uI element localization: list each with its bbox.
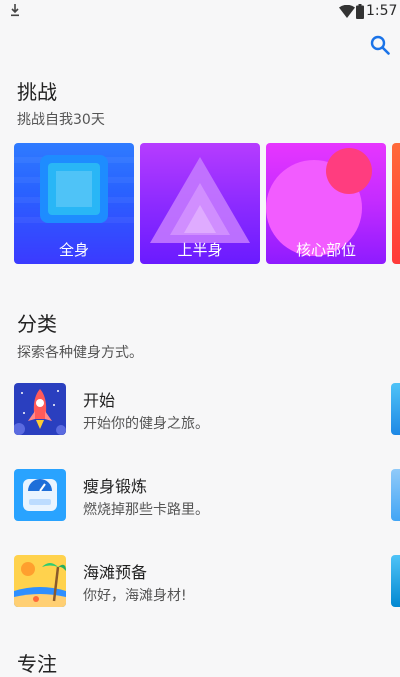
download-icon xyxy=(11,4,19,17)
challenge-card-core[interactable]: 核心部位 xyxy=(266,143,386,264)
categories-subtitle: 探索各种健身方式。 xyxy=(17,345,143,361)
challenge-subtitle: 挑战自我30天 xyxy=(17,112,105,128)
row-peek-card[interactable] xyxy=(391,469,400,521)
list-item-description: 开始你的健身之旅。 xyxy=(83,416,209,432)
challenge-carousel[interactable]: 全身 上半身 核心部位 xyxy=(14,143,400,264)
list-item-title: 瘦身锻炼 xyxy=(83,477,148,496)
beach-icon xyxy=(14,555,66,607)
card-label: 核心部位 xyxy=(295,241,356,259)
list-item-description: 你好，海滩身材! xyxy=(83,588,187,604)
rocket-icon xyxy=(14,383,66,435)
list-item-start[interactable]: 开始 开始你的健身之旅。 xyxy=(14,383,386,439)
list-item-description: 燃烧掉那些卡路里。 xyxy=(83,502,209,518)
challenge-card-full-body[interactable]: 全身 xyxy=(14,143,134,264)
list-item-title: 海滩预备 xyxy=(83,563,148,582)
scale-icon xyxy=(14,469,66,521)
card-label: 上半身 xyxy=(177,241,223,259)
list-item-beach[interactable]: 海滩预备 你好，海滩身材! xyxy=(14,555,386,611)
challenge-title: 挑战 xyxy=(17,80,57,104)
list-item-title: 开始 xyxy=(83,391,116,410)
status-bar: 1:57 xyxy=(0,0,400,24)
battery-icon xyxy=(356,4,364,19)
categories-title: 分类 xyxy=(17,312,57,336)
challenge-card-upper-body[interactable]: 上半身 xyxy=(140,143,260,264)
status-time: 1:57 xyxy=(366,3,398,19)
focus-title: 专注 xyxy=(17,652,57,676)
challenge-card-next[interactable] xyxy=(392,143,400,264)
search-icon[interactable] xyxy=(369,34,391,56)
wifi-icon xyxy=(339,5,355,18)
card-label: 全身 xyxy=(58,241,89,259)
row-peek-card[interactable] xyxy=(391,383,400,435)
list-item-weight-loss[interactable]: 瘦身锻炼 燃烧掉那些卡路里。 xyxy=(14,469,386,525)
row-peek-card[interactable] xyxy=(391,555,400,607)
